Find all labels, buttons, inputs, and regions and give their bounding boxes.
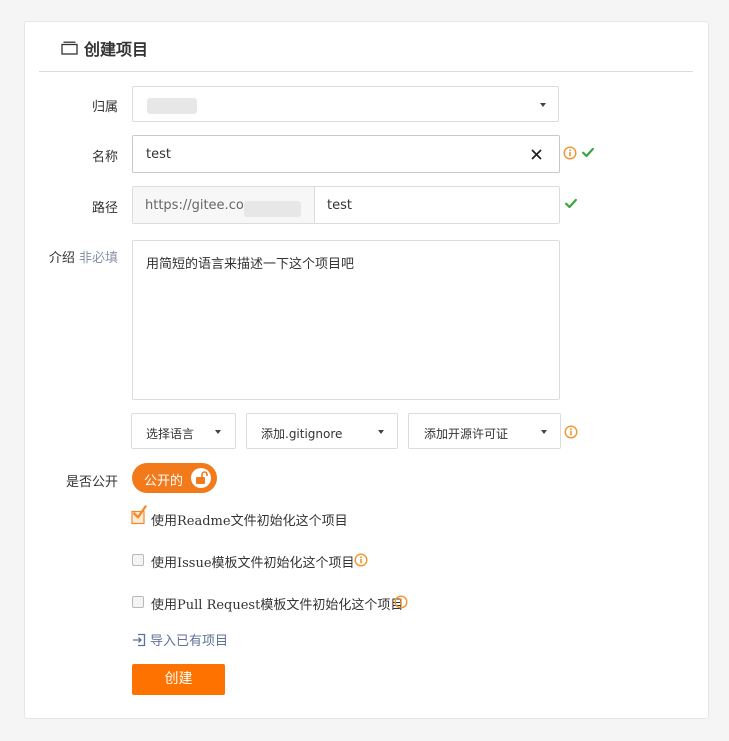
option-label: 使用Issue模板文件初始化这个项目 (151, 556, 355, 571)
path-input[interactable]: test (327, 198, 352, 213)
info-icon[interactable] (564, 425, 578, 439)
gitignore-select-label: 添加.gitignore (261, 427, 343, 441)
intro-label-text: 介绍 (48, 251, 75, 266)
path-label: 路径 (91, 201, 118, 216)
visibility-toggle[interactable]: 公开的 (132, 463, 217, 493)
import-project-label: 导入已有项目 (150, 634, 229, 649)
close-icon[interactable] (531, 149, 542, 160)
checkbox[interactable] (132, 596, 144, 608)
visibility-toggle-label: 公开的 (144, 474, 184, 489)
page-title: 创建项目 (61, 36, 148, 60)
path-prefix-box: https://gitee.com (133, 187, 315, 223)
gitignore-select[interactable]: 添加.gitignore (246, 413, 398, 449)
create-button[interactable]: 创建 (132, 664, 225, 695)
intro-label: 介绍 非必填 (25, 247, 118, 266)
info-icon[interactable] (354, 553, 368, 567)
intro-optional-label: 非必填 (78, 251, 118, 266)
option-label: 使用Readme文件初始化这个项目 (151, 514, 348, 529)
option-label: 使用Pull Request模板文件初始化这个项目 (151, 598, 404, 613)
intro-placeholder: 用简短的语言来描述一下这个项目吧 (146, 257, 355, 272)
language-select[interactable]: 选择语言 (131, 413, 236, 449)
license-select[interactable]: 添加开源许可证 (408, 413, 561, 449)
checkmark-icon (565, 198, 577, 209)
toggle-knob (191, 468, 211, 488)
intro-textarea[interactable]: 用简短的语言来描述一下这个项目吧 (132, 240, 560, 400)
owner-label: 归属 (91, 100, 118, 115)
checkbox[interactable] (132, 554, 144, 566)
path-prefix: https://gitee.com (145, 198, 257, 213)
path-field: https://gitee.com test (132, 186, 560, 224)
chevron-down-icon (540, 103, 546, 107)
chevron-down-icon (378, 430, 384, 434)
name-input-value: test (146, 147, 171, 162)
path-namespace-redacted (244, 201, 301, 217)
info-icon[interactable] (563, 146, 577, 160)
chevron-down-icon (215, 430, 221, 434)
title-divider (39, 71, 693, 72)
checkmark-icon (582, 147, 594, 158)
create-project-card: 创建项目 归属 名称 test 路径 https://gitee.com tes… (24, 21, 709, 719)
owner-value-redacted (147, 98, 197, 114)
import-project-link[interactable]: 导入已有项目 (132, 630, 228, 649)
chevron-down-icon (541, 430, 547, 434)
info-icon[interactable] (394, 595, 408, 609)
checkbox-checked-icon[interactable] (131, 505, 147, 525)
unlock-icon (196, 471, 208, 484)
owner-select[interactable] (132, 86, 559, 122)
name-input[interactable]: test (132, 135, 560, 173)
language-select-label: 选择语言 (146, 427, 195, 441)
page-title-text: 创建项目 (84, 40, 149, 59)
visibility-label: 是否公开 (65, 475, 118, 490)
import-icon (133, 633, 146, 646)
name-label: 名称 (91, 150, 118, 165)
license-select-label: 添加开源许可证 (424, 427, 509, 441)
repository-icon (61, 41, 78, 55)
